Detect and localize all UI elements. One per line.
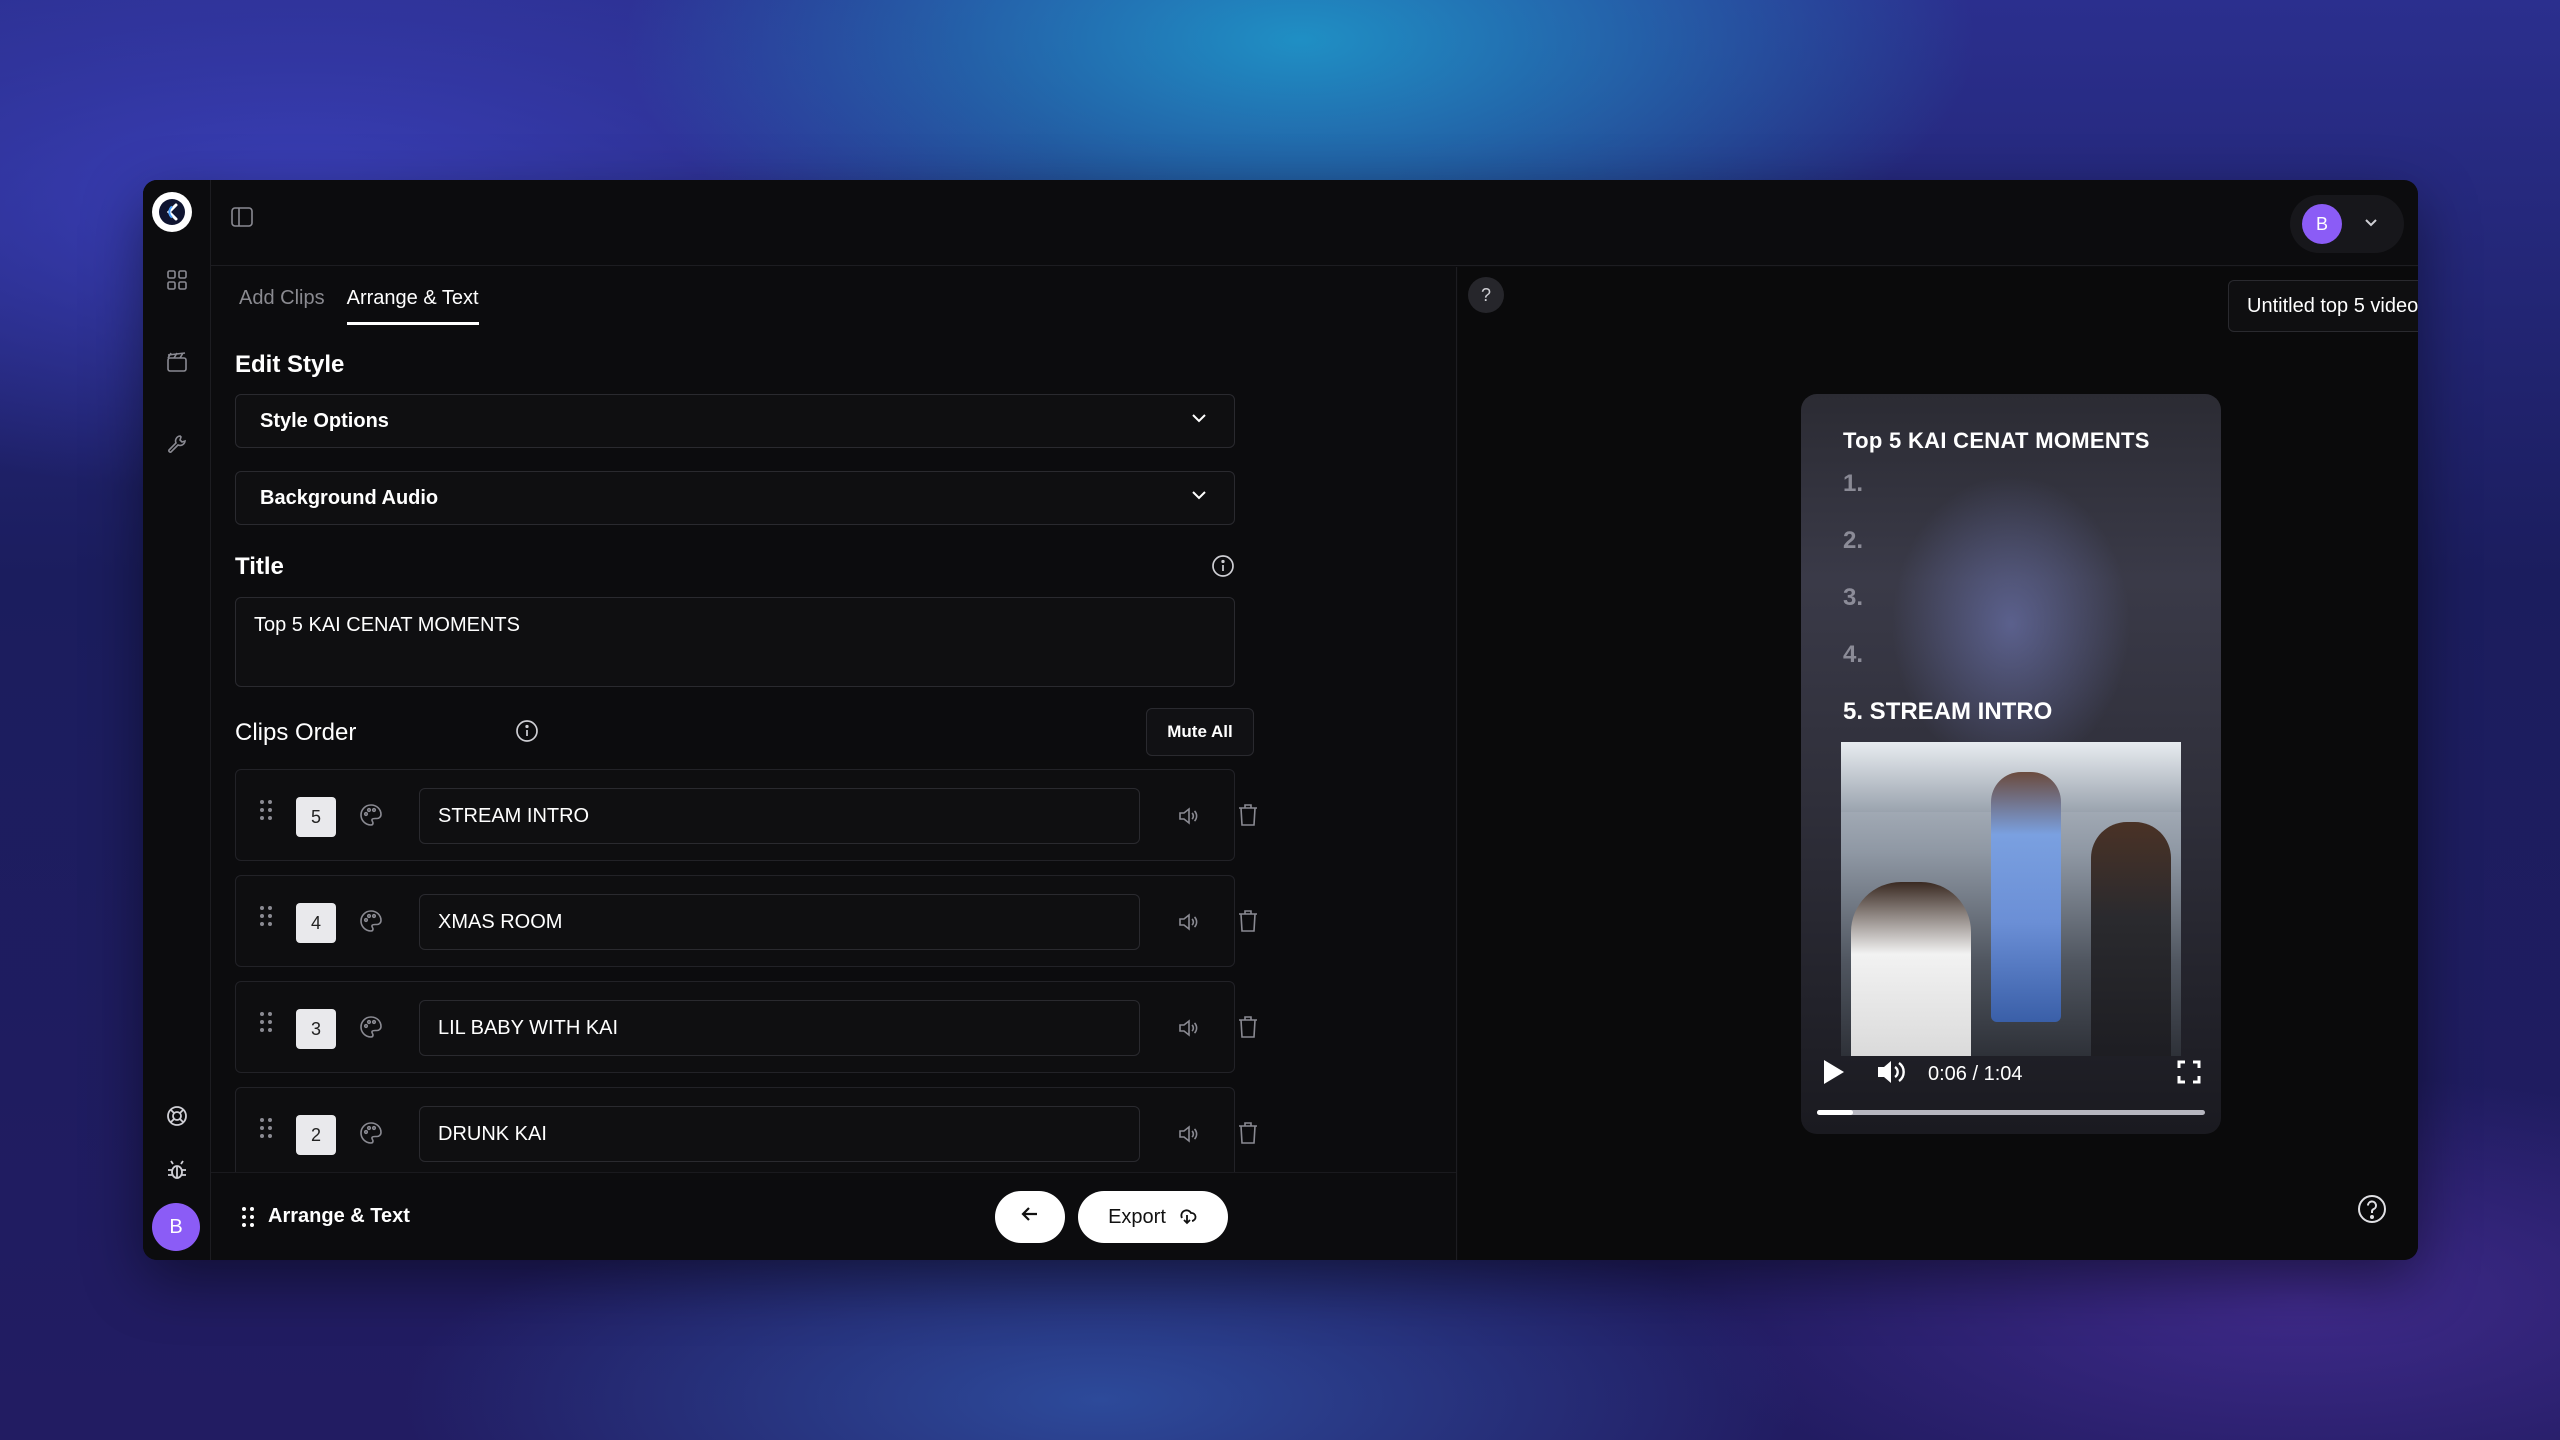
wrench-icon[interactable] [161,428,193,460]
tab-arrange-text[interactable]: Arrange & Text [346,287,479,325]
speaker-icon[interactable] [1875,1057,1907,1092]
palette-icon[interactable] [358,802,384,833]
account-menu[interactable]: B [2290,195,2404,253]
rank-label: 4. [1843,641,1864,668]
drag-handle-icon[interactable] [258,904,274,933]
arrow-left-icon [1019,1203,1041,1231]
export-icon [1176,1203,1198,1231]
rank-label: 3. [1843,584,1864,611]
clips-order-heading: Clips Order [235,719,357,746]
icon-rail: B [143,180,211,1260]
seek-bar[interactable] [1817,1110,2205,1115]
export-label: Export [1108,1205,1166,1228]
clip-row[interactable]: 2 DRUNK KAI [235,1087,1257,1179]
drag-handle-icon[interactable] [258,1010,274,1039]
background-blur [1891,474,2131,774]
background-audio-dropdown[interactable]: Background Audio [235,471,1235,525]
volume-icon[interactable] [1176,1016,1200,1045]
clip-name-input[interactable]: DRUNK KAI [419,1106,1140,1162]
fullscreen-icon[interactable] [2176,1059,2202,1090]
help-circle-icon[interactable] [2356,1193,2388,1230]
drag-handle-icon[interactable] [258,1116,274,1145]
volume-icon[interactable] [1176,1122,1200,1151]
avatar-initial: B [169,1215,183,1238]
figure-standing [1991,772,2061,1022]
grip-dots-icon [241,1206,255,1233]
bug-report-icon[interactable] [161,1154,193,1186]
user-avatar-rail[interactable]: B [152,1203,200,1251]
editor-footer: Arrange & Text Export [211,1172,1456,1260]
export-button[interactable]: Export [1078,1191,1228,1243]
app-window: B B Add Clips Arrange & Text Edit Style … [143,180,2418,1260]
clip-name-input[interactable]: XMAS ROOM [419,894,1140,950]
chevron-down-icon [1188,407,1210,435]
help-button[interactable]: ? [1468,277,1504,313]
clip-number-badge: 4 [296,903,336,943]
rank-label: 2. [1843,527,1864,554]
volume-icon[interactable] [1176,804,1200,833]
seek-bar-progress [1817,1110,1854,1115]
trash-icon[interactable] [1236,1014,1260,1045]
avatar-initial: B [2315,213,2328,234]
video-preview: Top 5 KAI CENAT MOMENTS 1. 2. 3. 4. 5. S… [1801,394,2221,1134]
video-controls: 0:06 / 1:04 [1801,1049,2221,1099]
clip-thumbnail [1841,742,2181,1056]
clip-number-badge: 5 [296,797,336,837]
back-button[interactable] [995,1191,1065,1243]
clip-number-badge: 2 [296,1115,336,1155]
trash-icon[interactable] [1236,802,1260,833]
info-icon[interactable] [515,719,539,748]
figure-right [2091,822,2171,1056]
background-audio-label: Background Audio [260,486,439,509]
help-lifebuoy-icon[interactable] [161,1100,193,1132]
style-options-dropdown[interactable]: Style Options [235,394,1235,448]
preview-panel: ? Untitled top 5 video Top 5 KAI CENAT M… [1458,267,2418,1260]
title-input[interactable]: Top 5 KAI CENAT MOMENTS [235,597,1235,687]
clip-row[interactable]: 4 XMAS ROOM [235,875,1257,967]
rank-label-active: 5. STREAM INTRO [1843,698,2053,725]
clapperboard-icon[interactable] [161,346,193,378]
title-heading: Title [235,553,284,580]
palette-icon[interactable] [358,908,384,939]
palette-icon[interactable] [358,1120,384,1151]
time-readout: 0:06 / 1:04 [1928,1062,2023,1085]
rank-label: 1. [1843,470,1864,497]
style-options-label: Style Options [260,409,389,432]
toggle-sidebar-icon[interactable] [229,204,255,235]
mute-all-button[interactable]: Mute All [1146,708,1254,756]
clip-name-input[interactable]: LIL BABY WITH KAI [419,1000,1140,1056]
trash-icon[interactable] [1236,908,1260,939]
user-avatar-top: B [2302,204,2342,244]
clip-number-badge: 3 [296,1009,336,1049]
editor-tabs: Add Clips Arrange & Text [239,287,479,325]
trash-icon[interactable] [1236,1120,1260,1151]
footer-step-label: Arrange & Text [268,1205,410,1227]
video-title-input[interactable]: Untitled top 5 video [2228,280,2418,332]
play-icon[interactable] [1819,1057,1847,1092]
clip-row[interactable]: 3 LIL BABY WITH KAI [235,981,1257,1073]
top-bar: B [211,180,2418,266]
app-logo-icon[interactable] [152,192,192,232]
volume-icon[interactable] [1176,910,1200,939]
edit-style-heading: Edit Style [235,351,345,378]
chevron-down-icon [2362,213,2380,236]
palette-icon[interactable] [358,1014,384,1045]
chevron-down-icon [1188,484,1210,512]
clip-row[interactable]: 5 STREAM INTRO [235,769,1257,861]
dashboard-grid-icon[interactable] [161,264,193,296]
figure-left [1851,882,1971,1056]
drag-handle-icon[interactable] [258,798,274,827]
editor-panel: Add Clips Arrange & Text Edit Style Styl… [211,267,1457,1260]
info-icon[interactable] [1211,554,1235,583]
preview-title-overlay: Top 5 KAI CENAT MOMENTS [1843,428,2150,453]
clip-name-input[interactable]: STREAM INTRO [419,788,1140,844]
tab-add-clips[interactable]: Add Clips [239,287,325,325]
